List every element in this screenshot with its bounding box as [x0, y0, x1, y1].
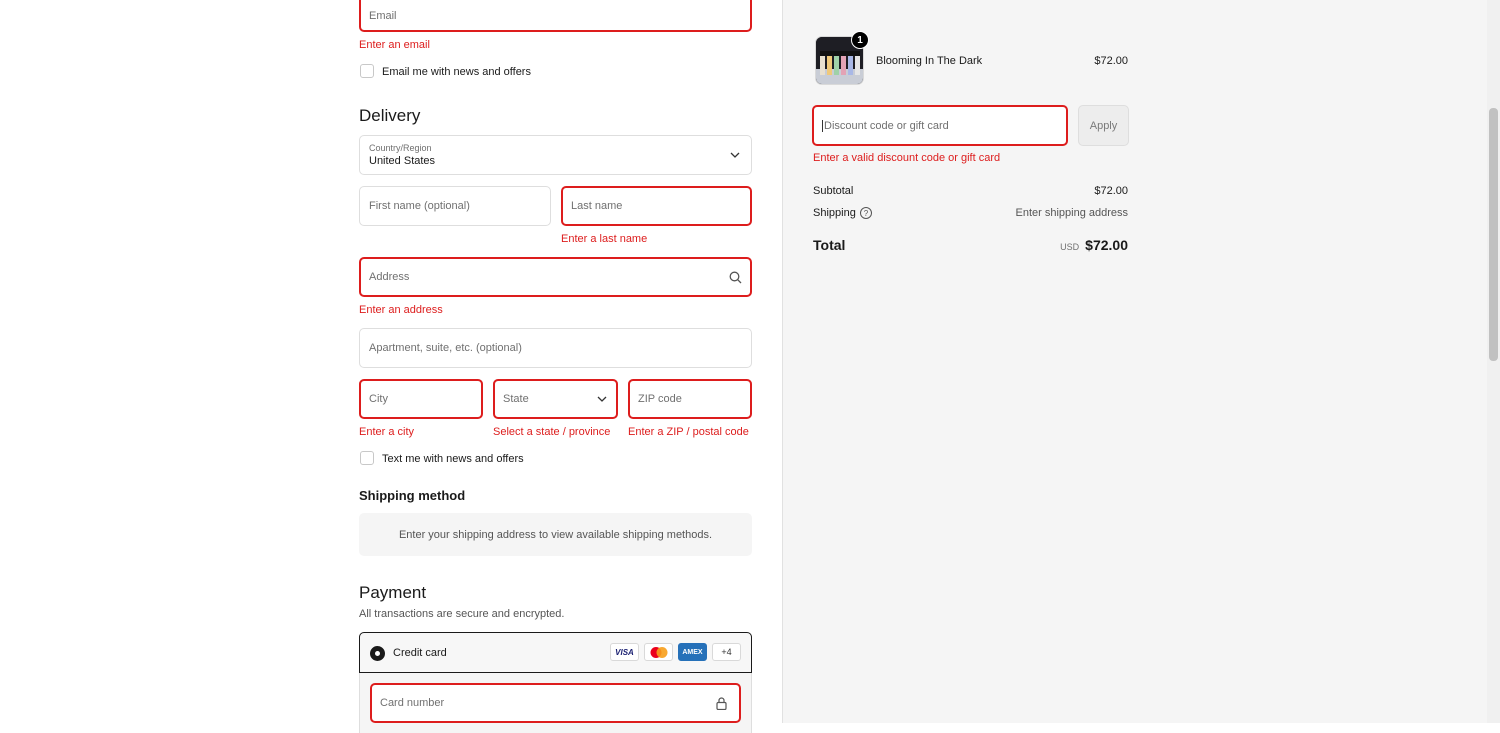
more-cards-text: +4 — [721, 647, 732, 657]
city-placeholder: City — [369, 393, 388, 405]
discount-placeholder: Discount code or gift card — [822, 119, 949, 132]
zip-placeholder: ZIP code — [638, 393, 682, 405]
product-price: $72.00 — [1094, 55, 1128, 67]
amex-icon: AMEX — [678, 643, 707, 661]
address-input[interactable]: Address — [359, 257, 752, 297]
sms-news-checkbox[interactable] — [360, 451, 374, 465]
credit-card-label: Credit card — [393, 647, 447, 659]
lock-icon — [714, 696, 728, 710]
shipping-method-heading: Shipping method — [359, 488, 466, 503]
address-error: Enter an address — [359, 304, 443, 316]
subtotal-label: Subtotal — [813, 185, 854, 197]
last-name-input[interactable]: Last name — [561, 186, 752, 226]
city-input[interactable]: City — [359, 379, 483, 419]
discount-error: Enter a valid discount code or gift card — [813, 152, 1001, 164]
state-error: Select a state / province — [493, 426, 611, 438]
apply-button[interactable]: Apply — [1078, 105, 1129, 146]
email-news-checkbox[interactable] — [360, 64, 374, 78]
help-icon[interactable]: ? — [860, 207, 872, 219]
mastercard-icon — [644, 643, 673, 661]
more-cards-badge: +4 — [712, 643, 741, 661]
card-number-input[interactable]: Card number — [370, 683, 741, 723]
subtotal-value: $72.00 — [1094, 185, 1128, 197]
delivery-heading: Delivery — [359, 106, 421, 125]
checkout-form-panel: Email Enter an email Email me with news … — [0, 0, 782, 733]
product-quantity: 1 — [857, 34, 863, 46]
total-amount: USD $72.00 — [1060, 237, 1128, 253]
shipping-method-info: Enter your shipping address to view avai… — [359, 513, 752, 556]
product-quantity-badge: 1 — [851, 31, 869, 49]
credit-card-radio[interactable] — [370, 646, 385, 661]
apartment-input[interactable]: Apartment, suite, etc. (optional) — [359, 328, 752, 368]
zip-input[interactable]: ZIP code — [628, 379, 752, 419]
discount-input[interactable]: Discount code or gift card — [812, 105, 1068, 146]
visa-icon: VISA — [610, 643, 639, 661]
email-error: Enter an email — [359, 39, 430, 51]
first-name-input[interactable]: First name (optional) — [359, 186, 551, 226]
total-label: Total — [813, 237, 846, 253]
total-currency: USD — [1060, 242, 1080, 252]
scrollbar-thumb[interactable] — [1489, 108, 1498, 361]
scrollbar-track[interactable] — [1487, 0, 1500, 723]
first-name-placeholder: First name (optional) — [369, 200, 470, 212]
visa-text: VISA — [615, 647, 634, 657]
card-number-placeholder: Card number — [380, 697, 445, 709]
apply-button-label: Apply — [1089, 119, 1118, 132]
payment-heading: Payment — [359, 583, 427, 602]
amex-text: AMEX — [682, 648, 703, 656]
state-placeholder: State — [503, 393, 529, 405]
order-summary-panel: 1 Blooming In The Dark $72.00 Discount c… — [782, 0, 1500, 723]
last-name-error: Enter a last name — [561, 233, 648, 245]
shipping-method-info-text: Enter your shipping address to view avai… — [398, 528, 713, 541]
address-placeholder: Address — [369, 271, 410, 283]
email-input[interactable]: Email — [359, 0, 752, 32]
email-placeholder: Email — [369, 10, 397, 22]
shipping-value: Enter shipping address — [1015, 207, 1128, 219]
shipping-label: Shipping — [813, 207, 856, 219]
total-value: $72.00 — [1085, 237, 1128, 253]
search-icon — [728, 270, 742, 284]
email-news-label: Email me with news and offers — [382, 66, 531, 78]
product-name: Blooming In The Dark — [876, 55, 983, 67]
payment-subtitle: All transactions are secure and encrypte… — [359, 608, 565, 620]
zip-error: Enter a ZIP / postal code — [628, 426, 749, 438]
city-error: Enter a city — [359, 426, 415, 438]
country-value: United States — [369, 155, 436, 167]
sms-news-label: Text me with news and offers — [382, 453, 524, 465]
last-name-placeholder: Last name — [571, 200, 623, 212]
chevron-down-icon — [729, 149, 741, 161]
apartment-placeholder: Apartment, suite, etc. (optional) — [369, 342, 522, 354]
chevron-down-icon — [596, 393, 608, 405]
country-select[interactable]: Country/Region United States — [359, 135, 752, 175]
country-label: Country/Region — [369, 143, 432, 153]
